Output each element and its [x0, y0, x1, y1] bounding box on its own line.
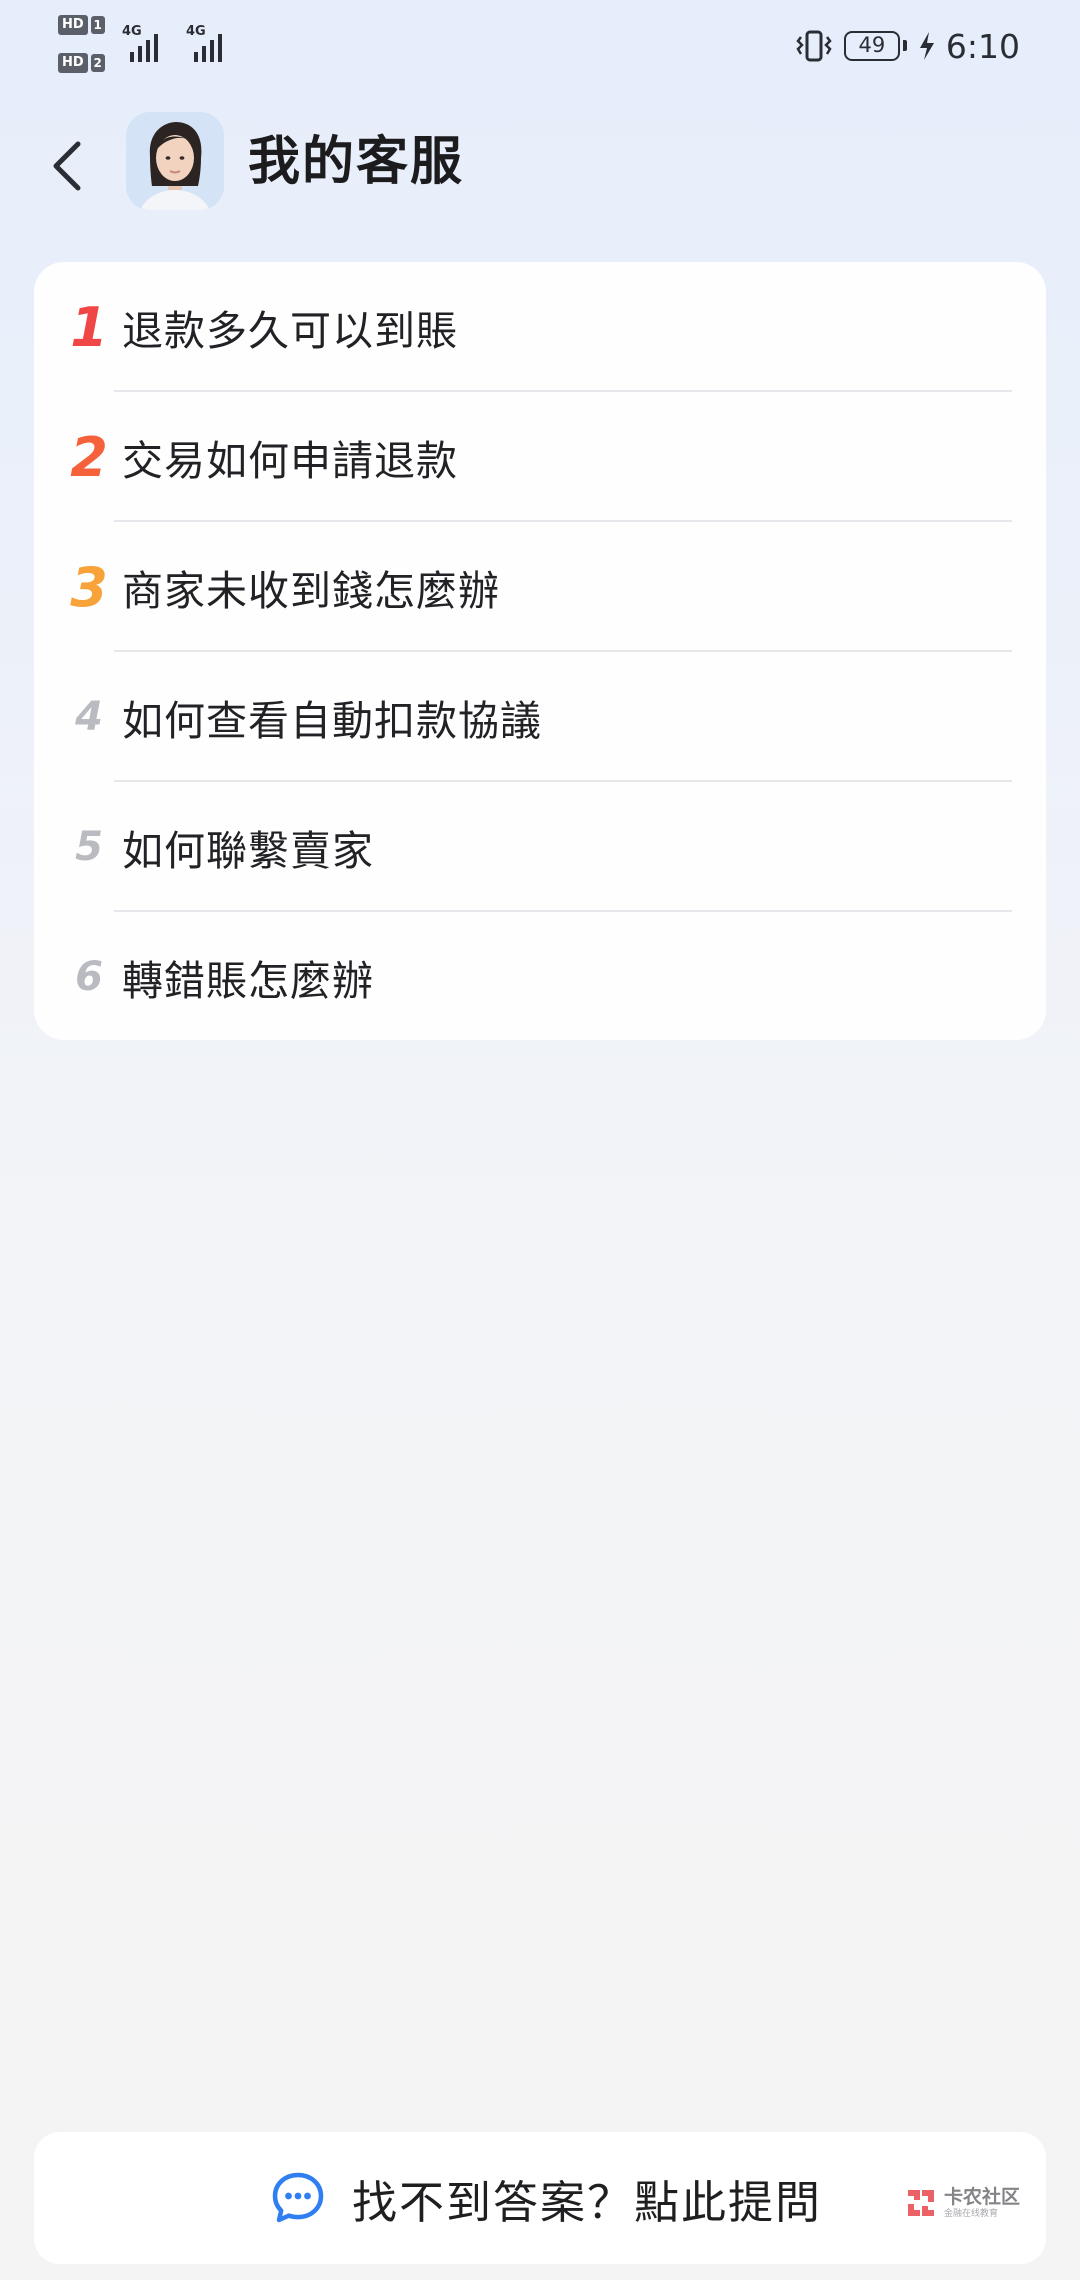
faq-rank: 3 [70, 555, 108, 619]
sim1-hd-label: HD [58, 15, 88, 35]
faq-card: 1 退款多久可以到賬 2 交易如何申請退款 3 商家未收到錢怎麼辦 4 如何查看… [34, 262, 1046, 1040]
assistant-portrait-icon [126, 112, 224, 210]
charging-icon [919, 32, 934, 60]
watermark-subtitle: 金融在线教育 [943, 2208, 998, 2219]
sim2-indicator: HD 2 [58, 52, 105, 74]
faq-rank: 1 [70, 295, 108, 359]
faq-question: 如何查看自動扣款協議 [122, 697, 542, 745]
sim2-hd-label: HD [58, 53, 88, 73]
faq-question: 如何聯繫賣家 [122, 827, 374, 875]
bottom-bar: 找不到答案？點此提問 卡农社区 金融在线教育 [34, 2132, 1046, 2264]
watermark-title: 卡农社区 [943, 2185, 1020, 2208]
watermark: 卡农社区 金融在线教育 [904, 2186, 1020, 2220]
ask-question-label: 找不到答案？點此提問 [352, 2175, 823, 2229]
avatar [126, 112, 224, 210]
battery-icon: 49 [843, 31, 907, 61]
vibrate-icon [796, 30, 832, 62]
faq-question: 交易如何申請退款 [122, 437, 458, 485]
chevron-left-icon[interactable] [44, 136, 96, 196]
sim2-slot: 2 [90, 54, 105, 72]
chat-bubble-icon [272, 2172, 324, 2223]
faq-rank: 5 [75, 824, 103, 870]
faq-rank: 4 [75, 694, 103, 740]
kanong-logo-icon [907, 2190, 934, 2216]
faq-item-6[interactable]: 6 轉錯賬怎麼辦 [34, 912, 1046, 1040]
faq-item-4[interactable]: 4 如何查看自動扣款協議 [34, 652, 1046, 782]
battery-level: 49 [858, 33, 886, 57]
watermark-text: 卡农社区 金融在线教育 [943, 2185, 1020, 2219]
signal-1-icon: 4G [122, 24, 178, 64]
signal-2-bars [194, 34, 222, 62]
status-right: 49 6:10 [794, 24, 1020, 68]
faq-question: 退款多久可以到賬 [122, 307, 458, 355]
status-bar: HD 1 HD 2 4G 4G 49 6:10 [0, 0, 1080, 96]
ask-question-button[interactable]: 找不到答案？點此提問 [270, 2156, 822, 2240]
sim1-indicator: HD 1 [58, 14, 105, 36]
sim-indicators: HD 1 HD 2 [58, 14, 118, 76]
faq-item-5[interactable]: 5 如何聯繫賣家 [34, 782, 1046, 912]
page-title: 我的客服 [248, 132, 465, 192]
faq-rank: 2 [70, 425, 108, 489]
clock: 6:10 [945, 26, 1020, 66]
sim1-slot: 1 [90, 16, 105, 34]
header: 我的客服 [0, 100, 1080, 230]
faq-question: 轉錯賬怎麼辦 [122, 957, 374, 1005]
faq-rank: 6 [75, 954, 103, 1000]
faq-item-3[interactable]: 3 商家未收到錢怎麼辦 [34, 522, 1046, 652]
signal-2-icon: 4G [186, 24, 242, 64]
faq-question: 商家未收到錢怎麼辦 [122, 567, 500, 615]
signal-1-bars [130, 34, 158, 62]
faq-item-1[interactable]: 1 退款多久可以到賬 [34, 262, 1046, 392]
faq-item-2[interactable]: 2 交易如何申請退款 [34, 392, 1046, 522]
